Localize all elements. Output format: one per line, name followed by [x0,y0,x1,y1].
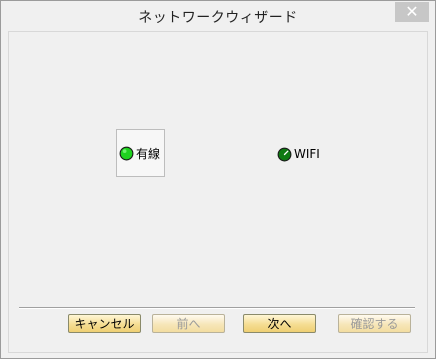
option-wired-label: 有線 [136,146,161,161]
option-wifi[interactable]: WIFI [277,145,320,163]
wizard-window: ネットワークウィザード ✕ 有線 WIFI キャンセル 前へ 次へ 確認する [0,0,436,359]
status-led-icon [277,147,292,161]
close-button[interactable]: ✕ [395,2,429,22]
status-led-icon [119,146,134,160]
cancel-button[interactable]: キャンセル [68,314,141,333]
window-title: ネットワークウィザード [138,10,298,26]
divider [19,307,415,309]
close-icon: ✕ [405,2,419,21]
next-button[interactable]: 次へ [243,314,316,333]
option-wifi-label: WIFI [294,147,320,161]
option-wired[interactable]: 有線 [116,129,165,177]
confirm-button[interactable]: 確認する [338,314,411,333]
title-bar: ネットワークウィザード ✕ [1,1,435,31]
wizard-content: 有線 WIFI キャンセル 前へ 次へ 確認する [8,31,428,353]
prev-button[interactable]: 前へ [152,314,225,333]
